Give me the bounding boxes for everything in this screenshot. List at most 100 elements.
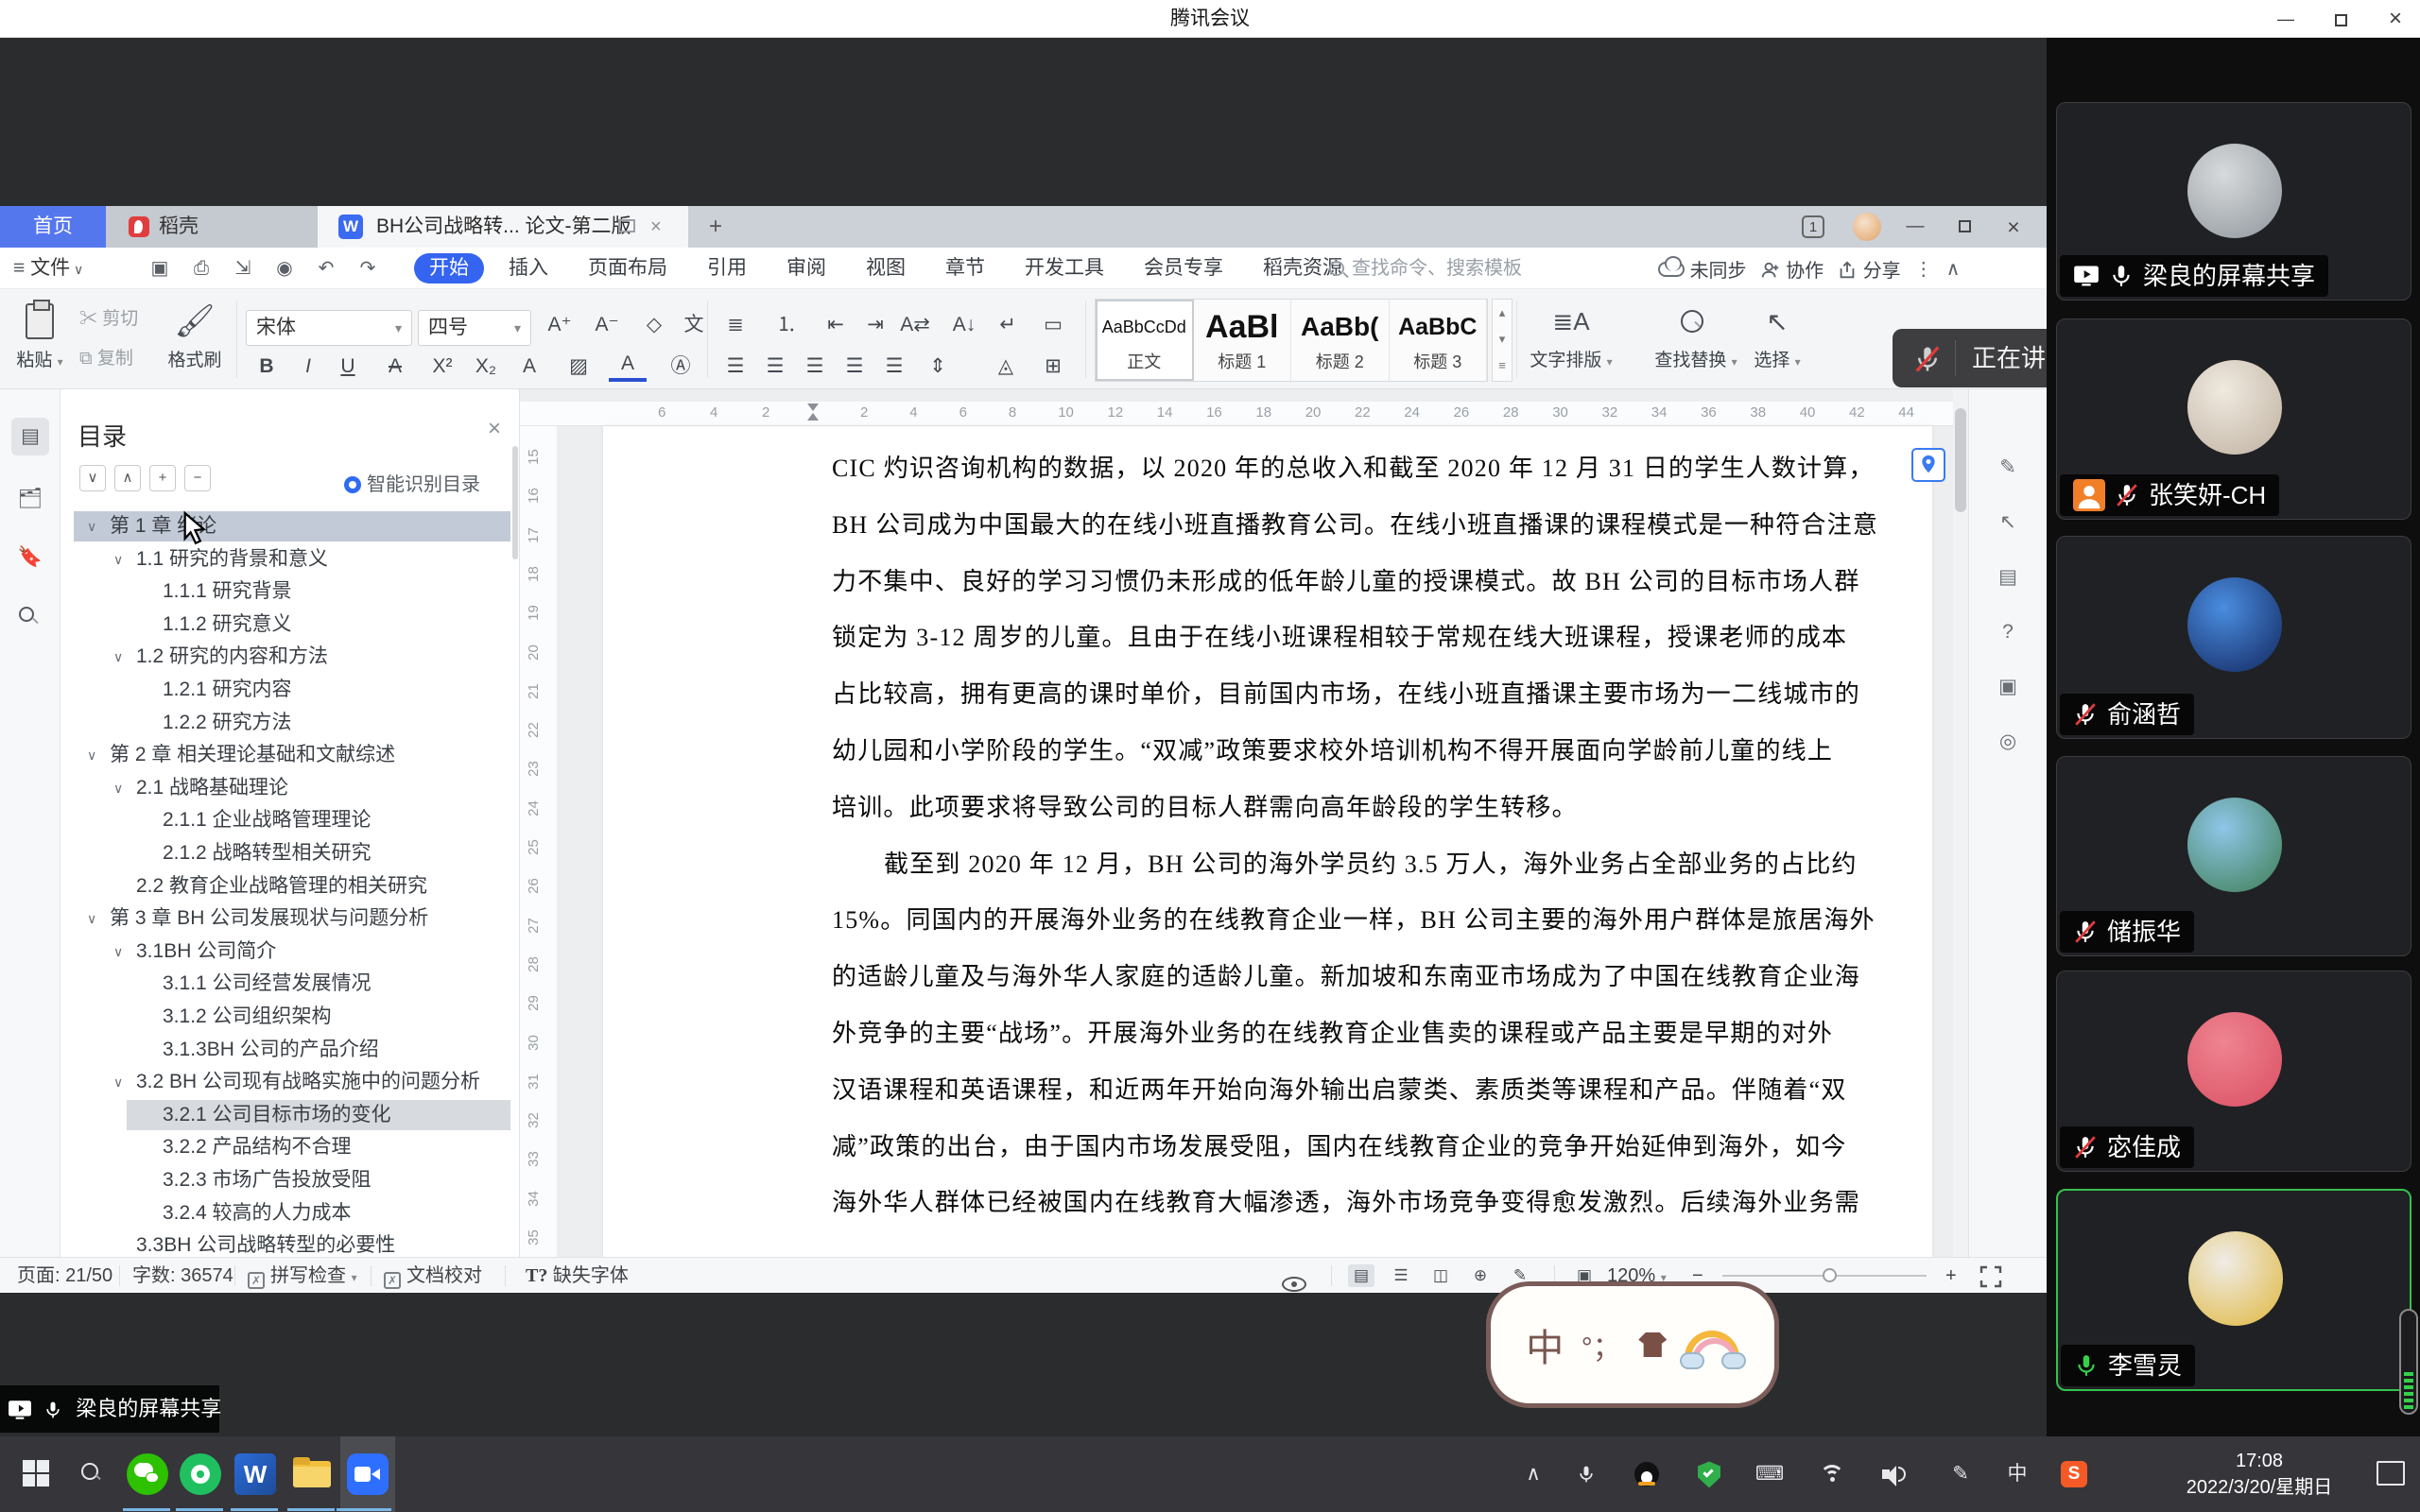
keyboard-icon[interactable]: ⌨	[1749, 1436, 1790, 1512]
text-layout-button[interactable]: ≣A 文字排版 ▾	[1524, 297, 1618, 371]
toc-item[interactable]: 3.1.1 公司经营发展情况	[60, 968, 520, 1000]
asian-layout-icon[interactable]: A⇄	[896, 308, 934, 342]
print-icon[interactable]: ⎙	[183, 248, 219, 289]
toc-item[interactable]: 1.1.1 研究背景	[60, 576, 520, 608]
ime-zh[interactable]: 中	[1996, 1436, 2038, 1512]
spell-check-toggle[interactable]: ✗拼写检查 ▾	[248, 1258, 357, 1294]
ime-toolbar[interactable]: 中 °；	[1486, 1281, 1779, 1408]
locate-icon[interactable]: ◎	[1988, 722, 2028, 762]
indent-marker[interactable]	[807, 404, 819, 422]
outline-view-icon[interactable]: ☰	[1388, 1264, 1414, 1287]
shading-icon[interactable]: ◬	[987, 350, 1025, 384]
toc-item[interactable]: 1.1.2 研究意义	[60, 609, 520, 641]
italic-icon[interactable]: I	[289, 350, 327, 384]
horizontal-ruler[interactable]: 6422468101214161820222426283032343638404…	[520, 402, 1968, 426]
tray-expand-icon[interactable]: ∧	[1512, 1436, 1554, 1512]
toc-item[interactable]: 3.2.3 市场广告投放受阻	[60, 1164, 520, 1196]
new-tab-button[interactable]: +	[700, 206, 732, 248]
toc-item[interactable]: 2.2 教育企业战略管理的相关研究	[60, 870, 520, 902]
more-icon[interactable]: ⋮	[1914, 257, 1933, 281]
ribbon-tab-0[interactable]: 开始	[414, 253, 484, 284]
toc-item[interactable]: 3.3BH 公司战略转型的必要性	[60, 1229, 520, 1257]
number-list-icon[interactable]: ⒈	[768, 308, 805, 342]
word-icon[interactable]: W	[234, 1436, 276, 1512]
collapse-all-button[interactable]: ∧	[114, 465, 141, 491]
redo-icon[interactable]: ↷	[350, 248, 386, 289]
system-clock[interactable]: 17:08 2022/3/20/星期日	[2165, 1448, 2354, 1501]
close-doc-icon[interactable]: ×	[650, 206, 662, 248]
ribbon-tab-8[interactable]: 会员专享	[1129, 253, 1238, 284]
increase-indent-icon[interactable]: ⇥	[856, 308, 894, 342]
scrollbar-thumb[interactable]	[1955, 408, 1966, 512]
meeting-icon[interactable]	[340, 1436, 395, 1512]
ime-mode-icon[interactable]: 中	[1526, 1317, 1564, 1372]
participant-tile[interactable]: 储振华	[2056, 756, 2411, 956]
bullet-list-icon[interactable]: ≣	[717, 308, 754, 342]
maximize-icon[interactable]	[2316, 0, 2365, 38]
snapshot-icon[interactable]: ▣	[1988, 667, 2028, 707]
minimize-icon[interactable]: —	[2261, 0, 2310, 38]
toc-close-icon[interactable]: ×	[488, 416, 501, 442]
toc-item[interactable]: ∨第 2 章 相关理论基础和文献综述	[60, 739, 520, 771]
eye-protect-toggle[interactable]	[1282, 1268, 1306, 1304]
skin-icon[interactable]	[1638, 1332, 1667, 1357]
start-icon[interactable]	[17, 1436, 59, 1512]
ribbon-tab-7[interactable]: 开发工具	[1010, 253, 1119, 284]
edit-pen-icon[interactable]: ✎	[1988, 448, 2028, 488]
highlight-icon[interactable]: ▨	[560, 350, 597, 384]
toc-item[interactable]: 3.1.2 公司组织架构	[60, 1001, 520, 1033]
zoom-slider-knob[interactable]	[1823, 1268, 1837, 1282]
toc-item[interactable]: 3.1.3BH 公司的产品介绍	[60, 1034, 520, 1066]
wps-restore-icon[interactable]	[1944, 206, 1985, 248]
align-center-icon[interactable]: ☰	[756, 350, 794, 384]
cut-button[interactable]: ✂ 剪切	[79, 304, 161, 327]
decrease-font-icon[interactable]: A⁻	[588, 308, 626, 342]
web-view-icon[interactable]: ⊕	[1467, 1264, 1494, 1287]
collapse-button[interactable]: −	[184, 465, 211, 491]
strikethrough-icon[interactable]: A	[376, 350, 414, 384]
document-page[interactable]: CIC 灼识咨询机构的数据，以 2020 年的总收入和截至 2020 年 12 …	[603, 426, 1932, 1257]
sync-status[interactable]: 未同步	[1658, 255, 1747, 283]
collapse-ribbon-icon[interactable]: ∧	[1946, 257, 1961, 281]
participant-tile[interactable]: 张笑妍-CH	[2056, 318, 2411, 520]
explorer-icon[interactable]	[291, 1436, 333, 1512]
search-icon[interactable]	[11, 595, 49, 633]
toc-item[interactable]: 2.1.1 企业战略管理理论	[60, 804, 520, 836]
file-menu[interactable]: ≡ 文件 ∨	[13, 248, 83, 289]
bookmark-icon[interactable]: 🔖	[11, 539, 49, 576]
align-right-icon[interactable]: ☰	[796, 350, 834, 384]
toc-item[interactable]: ∨第 1 章 绪论	[60, 510, 520, 542]
pen-icon[interactable]: ✎	[1940, 1436, 1981, 1512]
toc-item[interactable]: ∨1.2 研究的内容和方法	[60, 641, 520, 673]
ribbon-tab-4[interactable]: 审阅	[771, 253, 841, 284]
locate-pin-button[interactable]	[1911, 448, 1945, 482]
expand-button[interactable]: +	[149, 465, 176, 491]
tab-docer[interactable]: 稻壳	[106, 206, 318, 248]
qq-icon[interactable]	[1626, 1436, 1668, 1512]
style-gallery-scroll[interactable]: ▴▾≡	[1492, 299, 1512, 382]
toc-item[interactable]: 1.2.2 研究方法	[60, 707, 520, 739]
toc-item[interactable]: 3.2.2 产品结构不合理	[60, 1131, 520, 1163]
ribbon-tab-2[interactable]: 页面布局	[573, 253, 683, 284]
wps-close-icon[interactable]: ×	[1993, 206, 2034, 248]
font-name-select[interactable]: 宋体▾	[246, 310, 412, 346]
distribute-icon[interactable]: ☰	[875, 350, 913, 384]
document-scrollbar[interactable]	[1953, 389, 1968, 1257]
toc-item[interactable]: ∨2.1 战略基础理论	[60, 772, 520, 804]
tab-home[interactable]: 首页	[0, 206, 106, 248]
preview-icon[interactable]: ◉	[267, 248, 302, 289]
char-border-icon[interactable]: Ⓐ	[662, 350, 700, 384]
ruler-icon[interactable]: ▭	[1034, 308, 1072, 342]
security-icon[interactable]	[1688, 1436, 1730, 1512]
command-search[interactable]: 查找命令、搜索模板	[1329, 254, 1537, 283]
help-icon[interactable]: ?	[1988, 612, 2028, 652]
proofread-button[interactable]: ✗文档校对	[384, 1258, 482, 1294]
toc-item[interactable]: 2.1.2 战略转型相关研究	[60, 837, 520, 869]
decrease-indent-icon[interactable]: ⇤	[817, 308, 855, 342]
participant-tile[interactable]: 宓佳成	[2056, 971, 2411, 1172]
text-effect-icon[interactable]: A	[510, 350, 548, 384]
format-painter-button[interactable]: 🖌 格式刷	[159, 297, 231, 371]
vertical-ruler[interactable]: 1516171819202122232425262728293031323334…	[520, 426, 558, 1257]
participant-tile[interactable]: 梁良的屏幕共享	[2056, 102, 2411, 301]
present-icon[interactable]	[618, 219, 635, 232]
